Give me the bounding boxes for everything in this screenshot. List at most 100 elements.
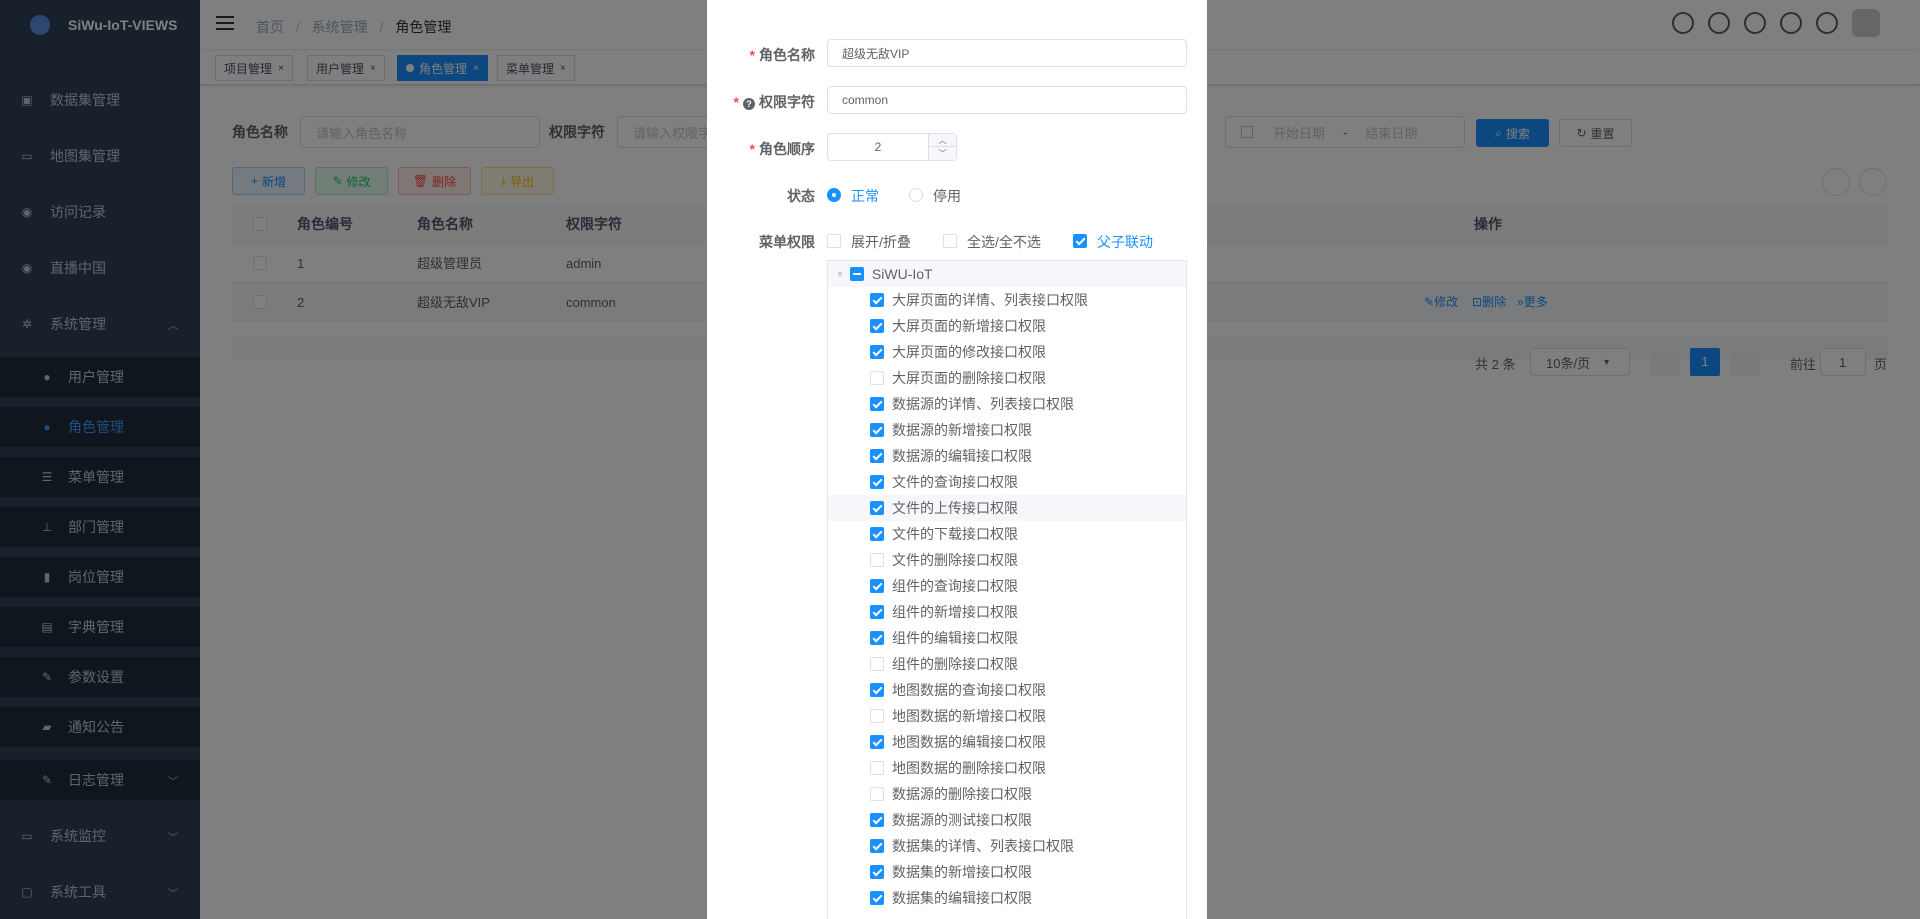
- stepper-value: 2: [874, 140, 882, 154]
- tree-node[interactable]: 文件的上传接口权限: [828, 495, 1186, 521]
- tree-node[interactable]: 文件的删除接口权限: [828, 547, 1186, 573]
- select-all-label[interactable]: 全选/全不选: [967, 232, 1041, 252]
- tree-node-label: 数据源的详情、列表接口权限: [892, 396, 1074, 412]
- tree-node-checkbox[interactable]: [870, 813, 884, 827]
- tree-node[interactable]: 文件的查询接口权限: [828, 469, 1186, 495]
- stepper-down-icon[interactable]: ﹀: [928, 147, 956, 160]
- tree-node[interactable]: 组件的删除接口权限: [828, 651, 1186, 677]
- tree-node-checkbox[interactable]: [870, 839, 884, 853]
- tree-node[interactable]: 大屏页面的详情、列表接口权限: [828, 287, 1186, 313]
- tree-node-label: 数据源的编辑接口权限: [892, 448, 1032, 464]
- dialog-role-sort-stepper[interactable]: 2 ︿ ﹀: [827, 133, 957, 161]
- tree-node-checkbox[interactable]: [870, 761, 884, 775]
- tree-node-checkbox[interactable]: [870, 605, 884, 619]
- status-normal-label[interactable]: 正常: [851, 186, 879, 206]
- tree-node-label: 数据源的测试接口权限: [892, 812, 1032, 828]
- tree-node-checkbox[interactable]: [870, 293, 884, 307]
- menu-tree: ▼ SiWU-IoT 大屏页面的详情、列表接口权限 大屏页面的新增接口权限 大屏页面…: [827, 260, 1187, 919]
- tree-node-label: 组件的编辑接口权限: [892, 630, 1018, 646]
- status-disabled-radio[interactable]: [909, 188, 923, 202]
- tree-node[interactable]: 组件的编辑接口权限: [828, 625, 1186, 651]
- tree-node[interactable]: 地图数据的删除接口权限: [828, 755, 1186, 781]
- tree-node-label: 数据源的删除接口权限: [892, 786, 1032, 802]
- tree-node[interactable]: 数据源的新增接口权限: [828, 417, 1186, 443]
- tree-node-checkbox[interactable]: [870, 475, 884, 489]
- tree-node[interactable]: 大屏页面的删除接口权限: [828, 365, 1186, 391]
- tree-node[interactable]: 大屏页面的修改接口权限: [828, 339, 1186, 365]
- tree-node-label: 地图数据的删除接口权限: [892, 760, 1046, 776]
- label-text: 角色名称: [759, 47, 815, 63]
- stepper-up-icon[interactable]: ︿: [928, 134, 956, 147]
- expand-label[interactable]: 展开/折叠: [851, 232, 911, 252]
- tree-node-label: 组件的删除接口权限: [892, 656, 1018, 672]
- tree-node-checkbox[interactable]: [870, 527, 884, 541]
- tree-node-label: 文件的上传接口权限: [892, 500, 1018, 516]
- tree-node[interactable]: 数据集的新增接口权限: [828, 859, 1186, 885]
- expand-checkbox[interactable]: [827, 234, 841, 248]
- question-icon[interactable]: ?: [743, 98, 755, 110]
- tree-node-checkbox[interactable]: [870, 319, 884, 333]
- required-marker: *: [749, 141, 755, 157]
- dialog-role-key-label: *? 权限字符: [720, 92, 815, 112]
- tree-node-label: 大屏页面的新增接口权限: [892, 318, 1046, 334]
- tree-node-label: 大屏页面的详情、列表接口权限: [892, 292, 1088, 308]
- tree-node[interactable]: 数据源的编辑接口权限: [828, 443, 1186, 469]
- dialog-role-key-input[interactable]: common: [827, 86, 1187, 114]
- tree-node-label: 大屏页面的修改接口权限: [892, 344, 1046, 360]
- required-marker: *: [749, 47, 755, 63]
- tree-node[interactable]: 地图数据的新增接口权限: [828, 703, 1186, 729]
- caret-down-icon[interactable]: ▼: [836, 270, 844, 279]
- tree-node-checkbox[interactable]: [870, 631, 884, 645]
- tree-node-checkbox[interactable]: [870, 449, 884, 463]
- tree-node-checkbox[interactable]: [870, 579, 884, 593]
- tree-node-checkbox[interactable]: [870, 683, 884, 697]
- tree-node[interactable]: 文件的下载接口权限: [828, 521, 1186, 547]
- tree-node-checkbox[interactable]: [870, 735, 884, 749]
- linkage-checkbox[interactable]: [1073, 234, 1087, 248]
- tree-node-label: 地图数据的编辑接口权限: [892, 734, 1046, 750]
- tree-node[interactable]: 数据集的详情、列表接口权限: [828, 833, 1186, 859]
- tree-node-label: 文件的删除接口权限: [892, 552, 1018, 568]
- tree-node-checkbox[interactable]: [870, 553, 884, 567]
- dialog-menu-label: 菜单权限: [759, 234, 815, 250]
- tree-node-checkbox[interactable]: [870, 865, 884, 879]
- tree-node-label: 文件的下载接口权限: [892, 526, 1018, 542]
- required-marker: *: [733, 94, 739, 110]
- tree-node-label: 数据集的新增接口权限: [892, 864, 1032, 880]
- dialog-role-name-label: * 角色名称: [730, 45, 815, 65]
- tree-node-label: 组件的查询接口权限: [892, 578, 1018, 594]
- tree-node-checkbox[interactable]: [870, 423, 884, 437]
- tree-root-checkbox[interactable]: [849, 267, 864, 281]
- label-text: 角色顺序: [759, 141, 815, 157]
- tree-node-label: 数据源的新增接口权限: [892, 422, 1032, 438]
- tree-node[interactable]: 数据集的编辑接口权限: [828, 885, 1186, 911]
- tree-node[interactable]: 数据源的删除接口权限: [828, 781, 1186, 807]
- tree-node-checkbox[interactable]: [870, 787, 884, 801]
- tree-root-node[interactable]: ▼ SiWU-IoT: [828, 261, 1186, 287]
- tree-node-checkbox[interactable]: [870, 397, 884, 411]
- linkage-label[interactable]: 父子联动: [1097, 232, 1153, 252]
- dialog-role-name-input[interactable]: 超级无敌VIP: [827, 39, 1187, 67]
- status-normal-radio[interactable]: [827, 188, 841, 202]
- select-all-checkbox[interactable]: [943, 234, 957, 248]
- tree-node[interactable]: 地图数据的编辑接口权限: [828, 729, 1186, 755]
- tree-node-label: 数据集的详情、列表接口权限: [892, 838, 1074, 854]
- tree-node-checkbox[interactable]: [870, 657, 884, 671]
- tree-node[interactable]: 数据源的详情、列表接口权限: [828, 391, 1186, 417]
- tree-node-checkbox[interactable]: [870, 709, 884, 723]
- tree-node[interactable]: 组件的新增接口权限: [828, 599, 1186, 625]
- tree-node-label: 地图数据的查询接口权限: [892, 682, 1046, 698]
- tree-node-label: 组件的新增接口权限: [892, 604, 1018, 620]
- tree-node-checkbox[interactable]: [870, 345, 884, 359]
- tree-node-label: 文件的查询接口权限: [892, 474, 1018, 490]
- status-disabled-label[interactable]: 停用: [933, 186, 961, 206]
- tree-node-checkbox[interactable]: [870, 371, 884, 385]
- tree-node[interactable]: 数据源的测试接口权限: [828, 807, 1186, 833]
- tree-node-label: 大屏页面的删除接口权限: [892, 370, 1046, 386]
- tree-node[interactable]: 大屏页面的新增接口权限: [828, 313, 1186, 339]
- label-text: 权限字符: [759, 94, 815, 110]
- tree-node-checkbox[interactable]: [870, 501, 884, 515]
- tree-node[interactable]: 组件的查询接口权限: [828, 573, 1186, 599]
- tree-node-checkbox[interactable]: [870, 891, 884, 905]
- tree-node[interactable]: 地图数据的查询接口权限: [828, 677, 1186, 703]
